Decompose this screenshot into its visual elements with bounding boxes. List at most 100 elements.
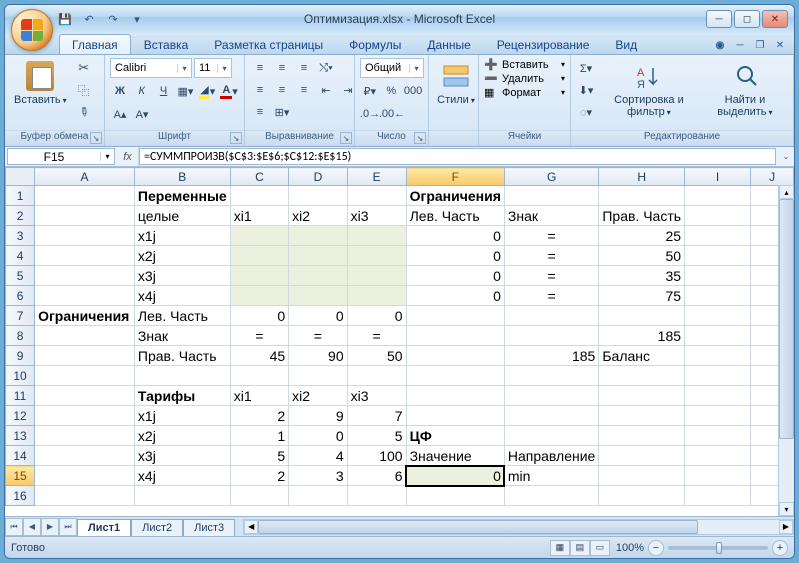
cell-H7[interactable] (599, 306, 685, 326)
cell-B8[interactable]: Знак (134, 326, 230, 346)
row-header-7[interactable]: 7 (6, 306, 35, 326)
clipboard-launcher[interactable]: ↘ (90, 132, 102, 144)
cell-E6[interactable] (347, 286, 406, 306)
doc-close[interactable]: ✕ (772, 38, 788, 52)
dec-decimal[interactable]: .00← (382, 104, 402, 124)
cell-D12[interactable]: 9 (289, 406, 347, 426)
orientation-button[interactable]: ⤭▾ (316, 58, 336, 78)
cell-I13[interactable] (685, 426, 751, 446)
cell-H9[interactable]: Баланс (599, 346, 685, 366)
cell-A5[interactable] (35, 266, 135, 286)
cell-G14[interactable]: Направление (504, 446, 598, 466)
cell-D15[interactable]: 3 (289, 466, 347, 486)
sort-filter-button[interactable]: АЯ Сортировка и фильтр (599, 58, 699, 120)
number-format-combo[interactable]: Общий▾ (360, 58, 424, 78)
cell-D7[interactable]: 0 (289, 306, 347, 326)
cell-G13[interactable] (504, 426, 598, 446)
sheet-nav-first[interactable]: ⏮ (5, 518, 23, 536)
cell-H1[interactable] (599, 186, 685, 206)
cell-I9[interactable] (685, 346, 751, 366)
cell-G10[interactable] (504, 366, 598, 386)
cell-H14[interactable] (599, 446, 685, 466)
cell-I7[interactable] (685, 306, 751, 326)
row-header-5[interactable]: 5 (6, 266, 35, 286)
cell-C14[interactable]: 5 (230, 446, 288, 466)
name-box[interactable]: F15▾ (7, 148, 115, 165)
col-header-I[interactable]: I (685, 168, 751, 186)
cell-H3[interactable]: 25 (599, 226, 685, 246)
cell-E4[interactable] (347, 246, 406, 266)
row-header-13[interactable]: 13 (6, 426, 35, 446)
cell-F12[interactable] (406, 406, 504, 426)
cell-E2[interactable]: xi3 (347, 206, 406, 226)
cell-I15[interactable] (685, 466, 751, 486)
qat-customize[interactable]: ▾ (127, 9, 147, 29)
cell-A13[interactable] (35, 426, 135, 446)
row-header-8[interactable]: 8 (6, 326, 35, 346)
cell-B10[interactable] (134, 366, 230, 386)
col-header-H[interactable]: H (599, 168, 685, 186)
cell-E15[interactable]: 6 (347, 466, 406, 486)
formula-expand[interactable]: ⌄ (778, 147, 794, 166)
cells-delete-button[interactable]: ➖Удалить▾ (484, 72, 565, 85)
row-header-11[interactable]: 11 (6, 386, 35, 406)
cell-I2[interactable] (685, 206, 751, 226)
cell-F3[interactable]: 0 (406, 226, 504, 246)
cell-H5[interactable]: 35 (599, 266, 685, 286)
row-header-12[interactable]: 12 (6, 406, 35, 426)
cell-I16[interactable] (685, 486, 751, 506)
formula-input[interactable]: =СУММПРОИЗВ($C$3:$E$6;$C$12:$E$15) (139, 148, 776, 165)
vertical-scrollbar[interactable]: ▴▾ (778, 185, 794, 516)
worksheet-grid[interactable]: ABCDEFGHIJ1ПеременныеОграничения2целыеxi… (5, 167, 794, 516)
cell-D1[interactable] (289, 186, 347, 206)
cell-F10[interactable] (406, 366, 504, 386)
wrap-text-button[interactable]: ≡ (250, 102, 270, 122)
cell-I14[interactable] (685, 446, 751, 466)
cell-B1[interactable]: Переменные (134, 186, 230, 206)
col-header-A[interactable]: A (35, 168, 135, 186)
copy-button[interactable] (74, 80, 94, 100)
cell-C2[interactable]: xi1 (230, 206, 288, 226)
cell-F1[interactable]: Ограничения (406, 186, 504, 206)
cell-B15[interactable]: x4j (134, 466, 230, 486)
cell-A2[interactable] (35, 206, 135, 226)
cell-A12[interactable] (35, 406, 135, 426)
cell-D8[interactable]: = (289, 326, 347, 346)
row-header-16[interactable]: 16 (6, 486, 35, 506)
cell-C12[interactable]: 2 (230, 406, 288, 426)
redo-button[interactable]: ↷ (103, 9, 123, 29)
align-bottom[interactable]: ≡ (294, 58, 314, 78)
cell-A16[interactable] (35, 486, 135, 506)
tab-Главная[interactable]: Главная (59, 34, 131, 54)
cell-E7[interactable]: 0 (347, 306, 406, 326)
grow-font-button[interactable]: A▴ (110, 104, 130, 124)
cell-E14[interactable]: 100 (347, 446, 406, 466)
cell-C11[interactable]: xi1 (230, 386, 288, 406)
fx-button[interactable]: fx (117, 147, 139, 166)
cell-H2[interactable]: Прав. Часть (599, 206, 685, 226)
align-right[interactable]: ≡ (294, 80, 314, 100)
sheet-nav-next[interactable]: ▶ (41, 518, 59, 536)
cell-I3[interactable] (685, 226, 751, 246)
cell-G16[interactable] (504, 486, 598, 506)
cell-C5[interactable] (230, 266, 288, 286)
cell-I10[interactable] (685, 366, 751, 386)
find-select-button[interactable]: Найти и выделить (702, 58, 788, 120)
cell-F13[interactable]: ЦФ (406, 426, 504, 446)
cell-F8[interactable] (406, 326, 504, 346)
doc-minimize[interactable]: ─ (732, 38, 748, 52)
cell-E8[interactable]: = (347, 326, 406, 346)
cell-H4[interactable]: 50 (599, 246, 685, 266)
save-button[interactable]: 💾 (55, 9, 75, 29)
cell-C10[interactable] (230, 366, 288, 386)
zoom-out[interactable]: − (648, 540, 664, 556)
tab-Вид[interactable]: Вид (602, 34, 650, 54)
maximize-button[interactable]: ◻ (734, 10, 760, 28)
cell-G2[interactable]: Знак (504, 206, 598, 226)
cell-D10[interactable] (289, 366, 347, 386)
cell-E5[interactable] (347, 266, 406, 286)
cell-H12[interactable] (599, 406, 685, 426)
cell-E12[interactable]: 7 (347, 406, 406, 426)
cell-A6[interactable] (35, 286, 135, 306)
cell-H11[interactable] (599, 386, 685, 406)
